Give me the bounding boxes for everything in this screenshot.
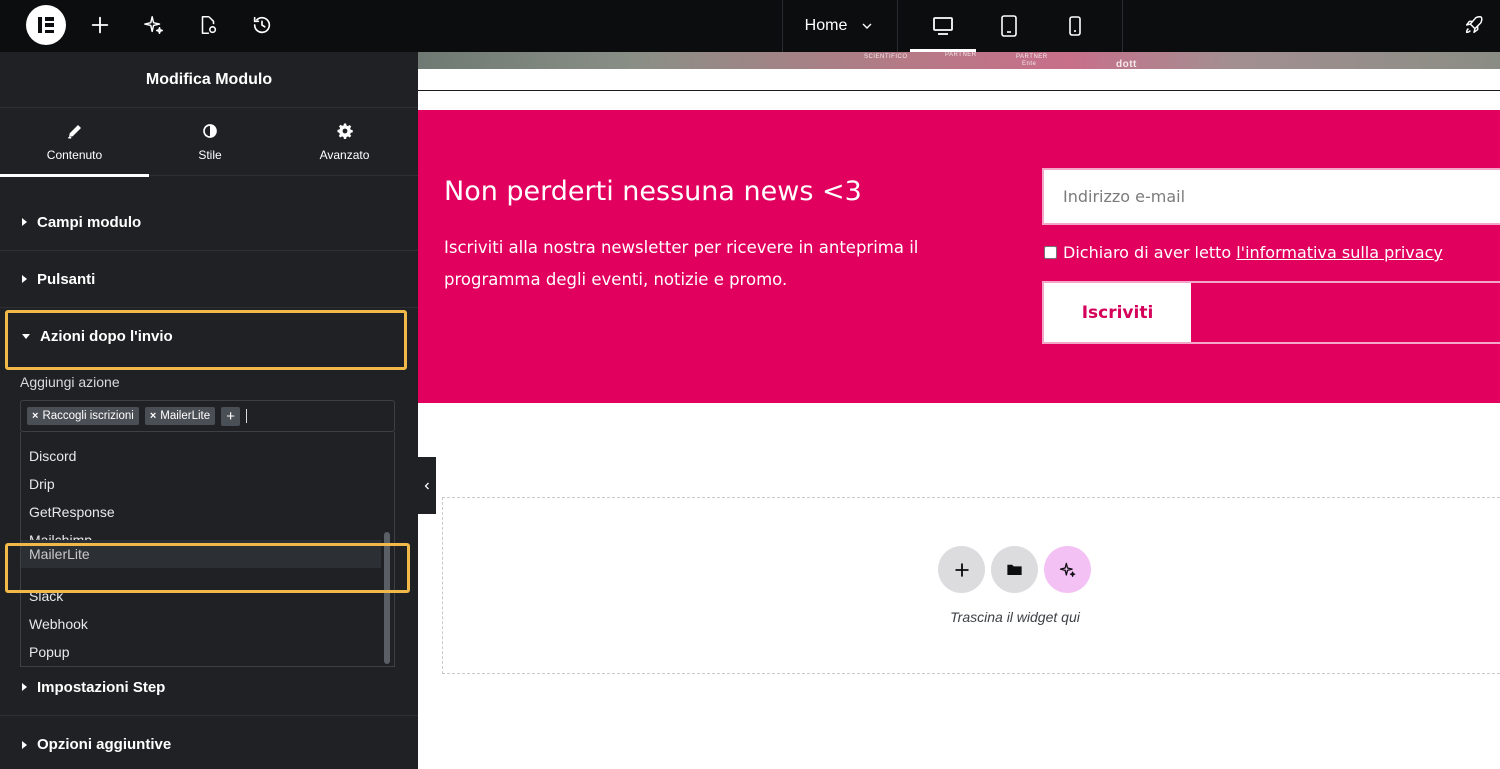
history-icon[interactable] xyxy=(249,12,275,38)
option-slack[interactable]: Slack xyxy=(21,582,381,610)
page-selector[interactable]: Home xyxy=(783,0,897,52)
caret-right-icon xyxy=(22,218,27,226)
chevron-down-icon xyxy=(862,23,872,29)
publish-rocket-icon[interactable] xyxy=(1461,12,1487,38)
tag-label: Raccogli iscrizioni xyxy=(42,410,134,422)
privacy-consent: Dichiaro di aver letto l'informativa sul… xyxy=(1044,243,1443,262)
subscribe-button[interactable]: Iscriviti xyxy=(1044,283,1191,342)
ai-sparkle-icon[interactable] xyxy=(1044,546,1091,593)
newsletter-title: Non perderti nessuna news <3 xyxy=(444,176,862,207)
tab-label: Contenuto xyxy=(46,148,103,162)
topbar-divider xyxy=(1122,0,1123,52)
option-mailerlite[interactable]: MailerLite xyxy=(21,540,381,568)
add-element-icon[interactable] xyxy=(87,12,113,38)
panel-tabs: Contenuto Stile Avanzato xyxy=(0,108,418,177)
hero-image: SCIENTIFICO PARTNER PARTNER Ente dott xyxy=(418,52,1500,69)
remove-tag-icon[interactable]: × xyxy=(32,410,38,422)
tablet-icon[interactable] xyxy=(976,0,1042,52)
editor-topbar: Home xyxy=(0,0,1500,52)
section-buttons[interactable]: Pulsanti xyxy=(0,251,418,308)
add-section-icon[interactable] xyxy=(938,546,985,593)
desktop-icon[interactable] xyxy=(910,0,976,52)
collapse-panel-button[interactable] xyxy=(418,457,436,514)
section-label: Pulsanti xyxy=(37,270,96,288)
hero-text: dott xyxy=(1116,59,1137,69)
section-label: Campi modulo xyxy=(37,213,142,231)
pencil-icon xyxy=(67,125,81,139)
caret-right-icon xyxy=(22,740,27,749)
contrast-icon xyxy=(203,124,217,138)
dropzone-hint: Trascina il widget qui xyxy=(950,609,1080,625)
divider-line xyxy=(418,90,1500,91)
consent-checkbox[interactable] xyxy=(1044,246,1057,259)
action-tag[interactable]: × Raccogli iscrizioni xyxy=(27,407,139,425)
template-folder-icon[interactable] xyxy=(991,546,1038,593)
newsletter-description: Iscriviti alla nostra newsletter per ric… xyxy=(444,238,919,289)
option-drip[interactable]: Drip xyxy=(21,470,381,498)
text-cursor xyxy=(246,409,248,423)
tab-content[interactable]: Contenuto xyxy=(0,108,149,177)
actions-tag-input[interactable]: × Raccogli iscrizioni × MailerLite + xyxy=(20,400,395,432)
caret-right-icon xyxy=(22,275,27,283)
action-tag[interactable]: × MailerLite xyxy=(144,407,216,425)
section-actions-after-submit[interactable]: Azioni dopo l'invio xyxy=(0,308,418,365)
tab-label: Avanzato xyxy=(319,148,370,162)
section-form-fields[interactable]: Campi modulo xyxy=(0,194,418,251)
email-field[interactable]: Indirizzo e-mail xyxy=(1042,168,1500,225)
page-name: Home xyxy=(804,17,848,34)
page-settings-icon[interactable] xyxy=(195,12,221,38)
consent-text: Dichiaro di aver letto l'informativa sul… xyxy=(1063,243,1443,262)
caret-down-icon xyxy=(22,334,30,339)
hero-text: Ente xyxy=(1022,61,1037,67)
hero-text: PARTNER xyxy=(1016,54,1048,60)
section-label: Impostazioni Step xyxy=(37,678,166,696)
panel-title: Modifica Modulo xyxy=(0,52,418,108)
tab-advanced[interactable]: Avanzato xyxy=(271,108,418,176)
mobile-icon[interactable] xyxy=(1042,0,1108,52)
section-label: Opzioni aggiuntive xyxy=(37,736,172,753)
tag-label: MailerLite xyxy=(160,410,211,422)
hero-text: PARTNER xyxy=(945,52,977,58)
privacy-link[interactable]: l'informativa sulla privacy xyxy=(1236,243,1443,262)
actions-dropdown[interactable]: Discord Drip GetResponse Mailchimp Maile… xyxy=(20,432,395,667)
topbar-divider xyxy=(897,0,898,52)
remove-tag-icon[interactable]: × xyxy=(150,410,156,422)
tab-label: Stile xyxy=(198,148,222,162)
email-placeholder: Indirizzo e-mail xyxy=(1063,187,1186,206)
add-action-label: Aggiungi azione xyxy=(20,374,120,390)
elementor-logo-icon[interactable] xyxy=(26,5,66,45)
option-discord[interactable]: Discord xyxy=(21,442,381,470)
tab-style[interactable]: Stile xyxy=(149,108,271,176)
ai-sparkle-icon[interactable] xyxy=(141,12,167,38)
dropdown-scrollbar[interactable] xyxy=(384,532,390,664)
section-additional-options[interactable]: Opzioni aggiuntive xyxy=(0,716,418,769)
hero-text: SCIENTIFICO xyxy=(864,54,908,60)
gear-icon xyxy=(337,123,353,139)
caret-right-icon xyxy=(22,683,27,691)
editor-panel: Modifica Modulo Contenuto Stile Avanzato… xyxy=(0,52,418,769)
chevron-left-icon xyxy=(424,482,429,489)
section-label: Azioni dopo l'invio xyxy=(40,328,173,345)
option-getresponse[interactable]: GetResponse xyxy=(21,498,381,526)
section-step-settings[interactable]: Impostazioni Step xyxy=(0,659,418,716)
add-tag-button[interactable]: + xyxy=(221,406,241,426)
